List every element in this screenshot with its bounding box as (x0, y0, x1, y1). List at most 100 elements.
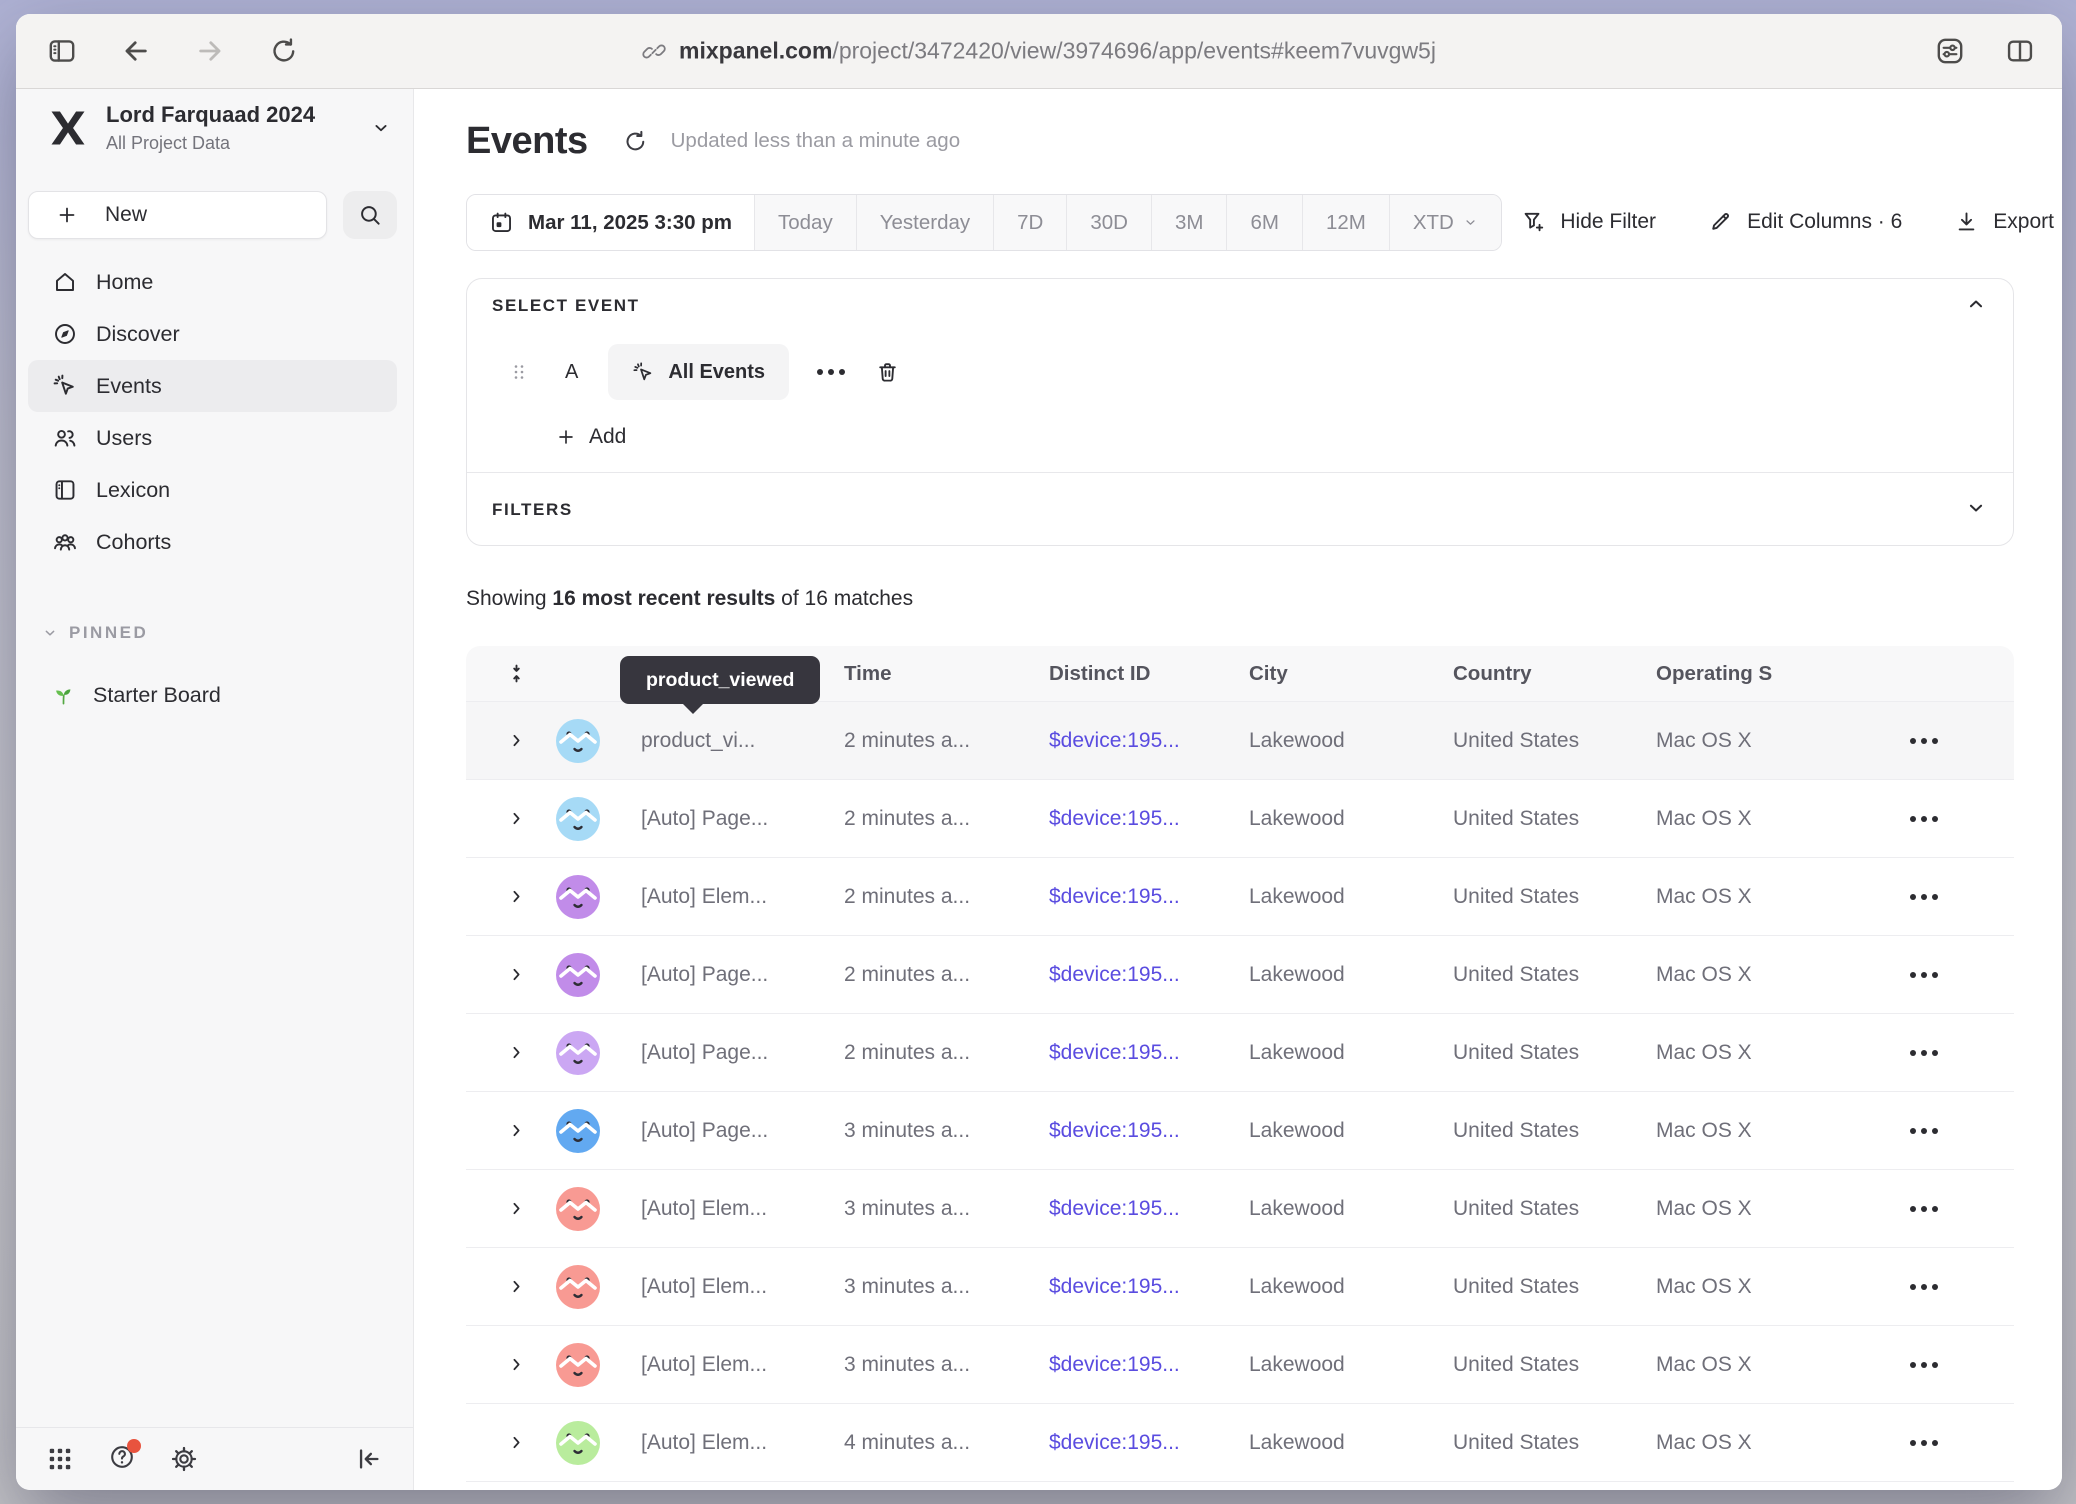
event-options-button[interactable] (817, 369, 845, 375)
row-expand-button[interactable] (507, 731, 526, 750)
export-button[interactable]: Export (1954, 209, 2054, 234)
sidebar-item-users[interactable]: Users (28, 412, 397, 464)
date-preset-6m[interactable]: 6M (1226, 195, 1301, 250)
search-button[interactable] (343, 191, 397, 239)
sidebar-item-events[interactable]: Events (28, 360, 397, 412)
add-event-button[interactable]: Add (555, 415, 626, 459)
row-expand-button[interactable] (507, 1355, 526, 1374)
collapse-all-icon[interactable] (505, 662, 528, 685)
cell-event-name: [Auto] Page... (610, 1119, 828, 1143)
cell-city: Lakewood (1233, 963, 1437, 987)
date-picker-button[interactable]: Mar 11, 2025 3:30 pm (467, 195, 754, 250)
table-row[interactable]: [Auto] Elem...3 minutes a...$device:195.… (466, 1247, 2014, 1325)
pinned-list: Starter Board (28, 669, 397, 721)
row-menu-button[interactable] (1910, 1206, 1938, 1212)
row-expand-button[interactable] (507, 887, 526, 906)
pinned-section-header[interactable]: PINNED (42, 619, 148, 647)
cell-event-name: product_vi... (610, 729, 828, 753)
pinned-item-starter-board[interactable]: Starter Board (28, 669, 397, 721)
forward-icon[interactable] (194, 35, 226, 67)
customize-icon[interactable] (1934, 35, 1966, 67)
cell-city: Lakewood (1233, 1041, 1437, 1065)
row-menu-button[interactable] (1910, 738, 1938, 744)
column-country[interactable]: Country (1437, 662, 1640, 686)
table-row[interactable]: [Auto] Page...2 minutes a...$device:195.… (466, 1013, 2014, 1091)
apps-grid-icon[interactable] (46, 1445, 74, 1473)
help-button[interactable] (108, 1443, 136, 1476)
table-row[interactable]: [Auto] Elem...4 minutes a...$device:195.… (466, 1403, 2014, 1481)
date-preset-30d[interactable]: 30D (1066, 195, 1151, 250)
column-distinct-id[interactable]: Distinct ID (1033, 662, 1233, 686)
column-time[interactable]: Time (828, 662, 1033, 686)
column-os[interactable]: Operating S (1640, 662, 1880, 686)
drag-handle-icon[interactable] (507, 360, 531, 384)
row-expand-button[interactable] (507, 1277, 526, 1296)
cell-distinct-id[interactable]: $device:195... (1033, 1197, 1233, 1221)
refresh-icon[interactable] (622, 128, 649, 155)
cell-time: 3 minutes a... (828, 1353, 1033, 1377)
cell-distinct-id[interactable]: $device:195... (1033, 807, 1233, 831)
download-icon (1954, 209, 1979, 234)
split-view-icon[interactable] (2004, 35, 2036, 67)
table-row[interactable] (466, 1481, 2014, 1490)
table-row[interactable]: [Auto] Elem...3 minutes a...$device:195.… (466, 1169, 2014, 1247)
settings-gear-icon[interactable] (170, 1445, 198, 1473)
row-expand-button[interactable] (507, 1043, 526, 1062)
row-menu-button[interactable] (1910, 1362, 1938, 1368)
table-row[interactable]: [Auto] Elem...2 minutes a...$device:195.… (466, 857, 2014, 935)
cell-os: Mac OS X (1640, 885, 1880, 909)
table-row[interactable]: [Auto] Page...2 minutes a...$device:195.… (466, 935, 2014, 1013)
sidebar-item-cohorts[interactable]: Cohorts (28, 516, 397, 568)
edit-columns-6-button[interactable]: Edit Columns · 6 (1708, 209, 1902, 234)
date-preset-12m[interactable]: 12M (1302, 195, 1389, 250)
cell-distinct-id[interactable]: $device:195... (1033, 1119, 1233, 1143)
cell-distinct-id[interactable]: $device:195... (1033, 1041, 1233, 1065)
row-expand-button[interactable] (507, 965, 526, 984)
cell-distinct-id[interactable]: $device:195... (1033, 1431, 1233, 1455)
date-preset-3m[interactable]: 3M (1151, 195, 1226, 250)
action-label: Edit Columns · 6 (1747, 210, 1902, 234)
row-menu-button[interactable] (1910, 894, 1938, 900)
row-menu-button[interactable] (1910, 1050, 1938, 1056)
collapse-sidebar-icon[interactable] (355, 1445, 383, 1473)
date-preset-7d[interactable]: 7D (993, 195, 1066, 250)
row-menu-button[interactable] (1910, 1440, 1938, 1446)
trash-icon[interactable] (875, 360, 900, 385)
hide-filter-button[interactable]: Hide Filter (1521, 209, 1656, 234)
sidebar-item-discover[interactable]: Discover (28, 308, 397, 360)
row-menu-button[interactable] (1910, 1284, 1938, 1290)
sidebar-toggle-icon[interactable] (46, 35, 78, 67)
cell-distinct-id[interactable]: $device:195... (1033, 729, 1233, 753)
row-menu-button[interactable] (1910, 972, 1938, 978)
back-icon[interactable] (120, 35, 152, 67)
table-row[interactable]: [Auto] Page...3 minutes a...$device:195.… (466, 1091, 2014, 1169)
row-expand-button[interactable] (507, 1199, 526, 1218)
cell-distinct-id[interactable]: $device:195... (1033, 1275, 1233, 1299)
new-button[interactable]: New (28, 191, 327, 239)
collapse-section-icon[interactable] (1965, 293, 1987, 315)
row-expand-button[interactable] (507, 1121, 526, 1140)
project-switcher[interactable]: Lord Farquaad 2024 All Project Data (46, 101, 391, 155)
row-menu-button[interactable] (1910, 816, 1938, 822)
date-preset-yesterday[interactable]: Yesterday (856, 195, 993, 250)
row-menu-button[interactable] (1910, 1128, 1938, 1134)
cell-distinct-id[interactable]: $device:195... (1033, 963, 1233, 987)
cell-distinct-id[interactable]: $device:195... (1033, 885, 1233, 909)
date-preset-today[interactable]: Today (754, 195, 856, 250)
table-row[interactable]: [Auto] Page...2 minutes a...$device:195.… (466, 779, 2014, 857)
row-expand-button[interactable] (507, 809, 526, 828)
reload-icon[interactable] (268, 35, 300, 67)
date-range-bar: Mar 11, 2025 3:30 pm TodayYesterday7D30D… (466, 194, 1502, 251)
sidebar-item-lexicon[interactable]: Lexicon (28, 464, 397, 516)
column-city[interactable]: City (1233, 662, 1437, 686)
cell-distinct-id[interactable]: $device:195... (1033, 1353, 1233, 1377)
event-selector[interactable]: All Events (608, 344, 789, 400)
cell-country: United States (1437, 729, 1640, 753)
table-row[interactable]: [Auto] Elem...3 minutes a...$device:195.… (466, 1325, 2014, 1403)
date-preset-xtd[interactable]: XTD (1389, 195, 1501, 250)
row-expand-button[interactable] (507, 1433, 526, 1452)
url-bar[interactable]: mixpanel.com/project/3472420/view/397469… (642, 38, 1436, 65)
sidebar-item-home[interactable]: Home (28, 256, 397, 308)
pinned-label: PINNED (69, 623, 148, 643)
expand-filters-icon[interactable] (1965, 497, 1987, 519)
